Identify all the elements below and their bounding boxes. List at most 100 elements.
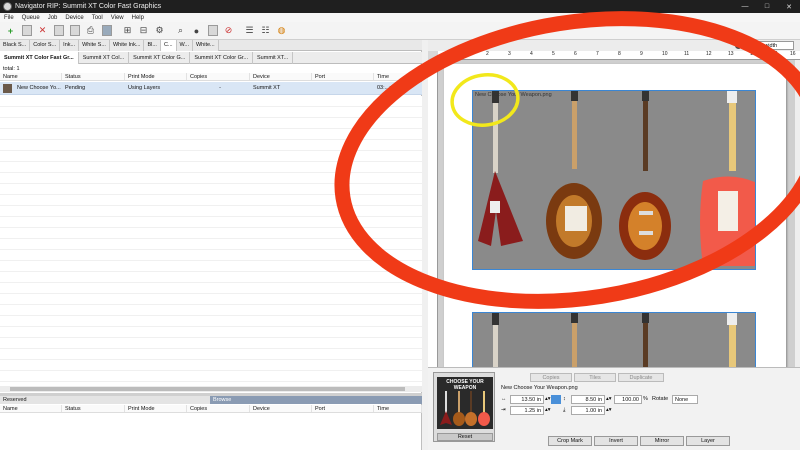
tab-reserved[interactable]: Reserved (0, 396, 210, 404)
col-time[interactable]: Time (374, 73, 422, 80)
rotate-label: Rotate (652, 396, 669, 402)
col-print-mode[interactable]: Print Mode (125, 73, 187, 80)
app-logo-icon (3, 2, 12, 11)
preview-toolbar: ◀ ▶ To width (428, 40, 800, 51)
move-job-icon[interactable] (67, 23, 82, 38)
lower-tabs: Reserved Browse (0, 396, 422, 404)
col-copies[interactable]: Copies (187, 73, 250, 80)
width-stepper-icon[interactable]: ▴▾ (545, 395, 551, 404)
col-port[interactable]: Port (312, 73, 374, 80)
print-icon[interactable]: ⎙ (83, 23, 98, 38)
settings-icon[interactable]: ⚙ (152, 23, 167, 38)
horizontal-ruler: 2 3 4 5 6 7 8 9 10 11 12 13 14 15 16 (438, 51, 800, 60)
add-page-icon[interactable]: ⊞ (120, 23, 135, 38)
menu-queue[interactable]: Queue (18, 15, 44, 21)
x-stepper-icon[interactable]: ▴▾ (545, 406, 551, 415)
y-offset-field[interactable]: 1.00 in (571, 406, 605, 415)
printer-tab[interactable]: Summit XT Color G... (129, 52, 191, 64)
y-stepper-icon[interactable]: ▴▾ (606, 406, 612, 415)
vertical-scrollbar[interactable] (795, 60, 800, 400)
tab-tiles[interactable]: Tiles (574, 373, 616, 382)
vertical-ruler (428, 60, 438, 400)
reset-button[interactable]: Reset (437, 433, 493, 441)
col-device[interactable]: Device (250, 73, 312, 80)
menu-help[interactable]: Help (128, 15, 148, 21)
placed-image[interactable]: New Choose Your Weapon.png (472, 90, 756, 270)
invert-button[interactable]: Invert (594, 436, 638, 446)
queue-tab[interactable]: Color S... (30, 40, 61, 51)
stop-icon[interactable]: ● (189, 23, 204, 38)
cancel-print-icon[interactable]: ⊘ (221, 23, 236, 38)
add-job-icon[interactable]: + (3, 23, 18, 38)
delete-job-icon[interactable]: ✕ (35, 23, 50, 38)
table-row[interactable]: New Choose Yo... Pending Using Layers - … (0, 82, 422, 95)
copy-job-icon[interactable] (51, 23, 66, 38)
title-bar: Navigator RIP: Summit XT Color Fast Grap… (0, 0, 800, 13)
printer-tab[interactable]: Summit XT Color Gr... (190, 52, 254, 64)
tab-copies[interactable]: Copies (530, 373, 572, 382)
queue-tab[interactable]: W... (176, 40, 193, 51)
queue-tab[interactable]: White S... (79, 40, 110, 51)
menu-view[interactable]: View (107, 15, 128, 21)
save-icon[interactable] (99, 23, 114, 38)
horizontal-scrollbar[interactable] (0, 386, 422, 392)
detail-view-icon[interactable]: ☷ (258, 23, 273, 38)
toolbar: + ✕ ⎙ ⊞ ⊟ ⚙ ⌕ ● ⊘ ☰ ☷ ◍ (0, 22, 800, 40)
printer-tab[interactable]: Summit XT Col... (79, 52, 130, 64)
maximize-button[interactable]: □ (756, 0, 778, 13)
width-field[interactable]: 13.50 in (510, 395, 544, 404)
job-table-header: Name Status Print Mode Copies Device Por… (0, 73, 422, 81)
printer-tab[interactable]: Summit XT... (253, 52, 294, 64)
close-button[interactable]: ✕ (778, 0, 800, 13)
queue-tab[interactable]: Ink... (60, 40, 80, 51)
y-offset-icon: ⤓ (563, 407, 566, 413)
crop-mark-button[interactable]: Crop Mark (548, 436, 592, 446)
queue-tab[interactable]: White Ink... (109, 40, 145, 51)
printer-tab-active[interactable]: Summit XT Color Fast Gr... (0, 52, 79, 64)
next-page-icon[interactable]: ▶ (744, 42, 751, 49)
layer-button[interactable]: Layer (686, 436, 730, 446)
menu-device[interactable]: Device (61, 15, 87, 21)
preview-thumbnail: CHOOSE YOUR WEAPON (437, 377, 493, 429)
image-filename: New Choose Your Weapon.png (501, 385, 578, 391)
reserved-table-header: Name Status Print Mode Copies Device Por… (0, 405, 422, 413)
page-setup-icon[interactable] (205, 23, 220, 38)
queue-tab-active[interactable]: C... (160, 40, 177, 51)
remove-page-icon[interactable]: ⊟ (136, 23, 151, 38)
tab-duplicate[interactable]: Duplicate (618, 373, 664, 382)
queue-panel: Black S... Color S... Ink... White S... … (0, 40, 422, 450)
job-thumbnail (3, 83, 12, 93)
media-page: New Choose Your Weapon.png (444, 64, 786, 414)
tab-browse[interactable]: Browse (210, 396, 422, 404)
minimize-button[interactable]: — (734, 0, 756, 13)
menu-job[interactable]: Job (44, 15, 62, 21)
job-list-empty-area (0, 96, 422, 386)
width-icon: ↔ (501, 396, 507, 402)
total-count: total: 1 (3, 66, 20, 72)
list-view-icon[interactable]: ☰ (242, 23, 257, 38)
height-stepper-icon[interactable]: ▴▾ (606, 395, 612, 404)
queue-tab[interactable]: Bl... (144, 40, 161, 51)
layout-canvas[interactable]: New Choose Your Weapon.png (438, 60, 796, 414)
scale-unit: % (643, 396, 648, 402)
x-offset-icon: ⇥ (501, 407, 506, 413)
scale-field[interactable]: 100.00 (614, 395, 642, 404)
zoom-select[interactable]: To width (754, 41, 794, 50)
x-offset-field[interactable]: 1.25 in (510, 406, 544, 415)
zoom-icon[interactable]: ⌕ (173, 23, 188, 38)
open-file-icon[interactable] (19, 23, 34, 38)
queue-tab[interactable]: Black S... (0, 40, 31, 51)
height-field[interactable]: 8.50 in (571, 395, 605, 404)
col-name[interactable]: Name (0, 73, 62, 80)
rotate-select[interactable]: None (672, 395, 698, 404)
menu-tool[interactable]: Tool (88, 15, 107, 21)
color-tool-icon[interactable]: ◍ (274, 23, 289, 38)
mirror-button[interactable]: Mirror (640, 436, 684, 446)
height-icon: ↕ (563, 396, 566, 402)
guitar-image (478, 91, 755, 266)
queue-tab[interactable]: White... (192, 40, 219, 51)
menu-file[interactable]: File (0, 15, 18, 21)
lock-aspect-icon[interactable] (551, 395, 561, 404)
prev-page-icon[interactable]: ◀ (735, 42, 742, 49)
col-status[interactable]: Status (62, 73, 125, 80)
